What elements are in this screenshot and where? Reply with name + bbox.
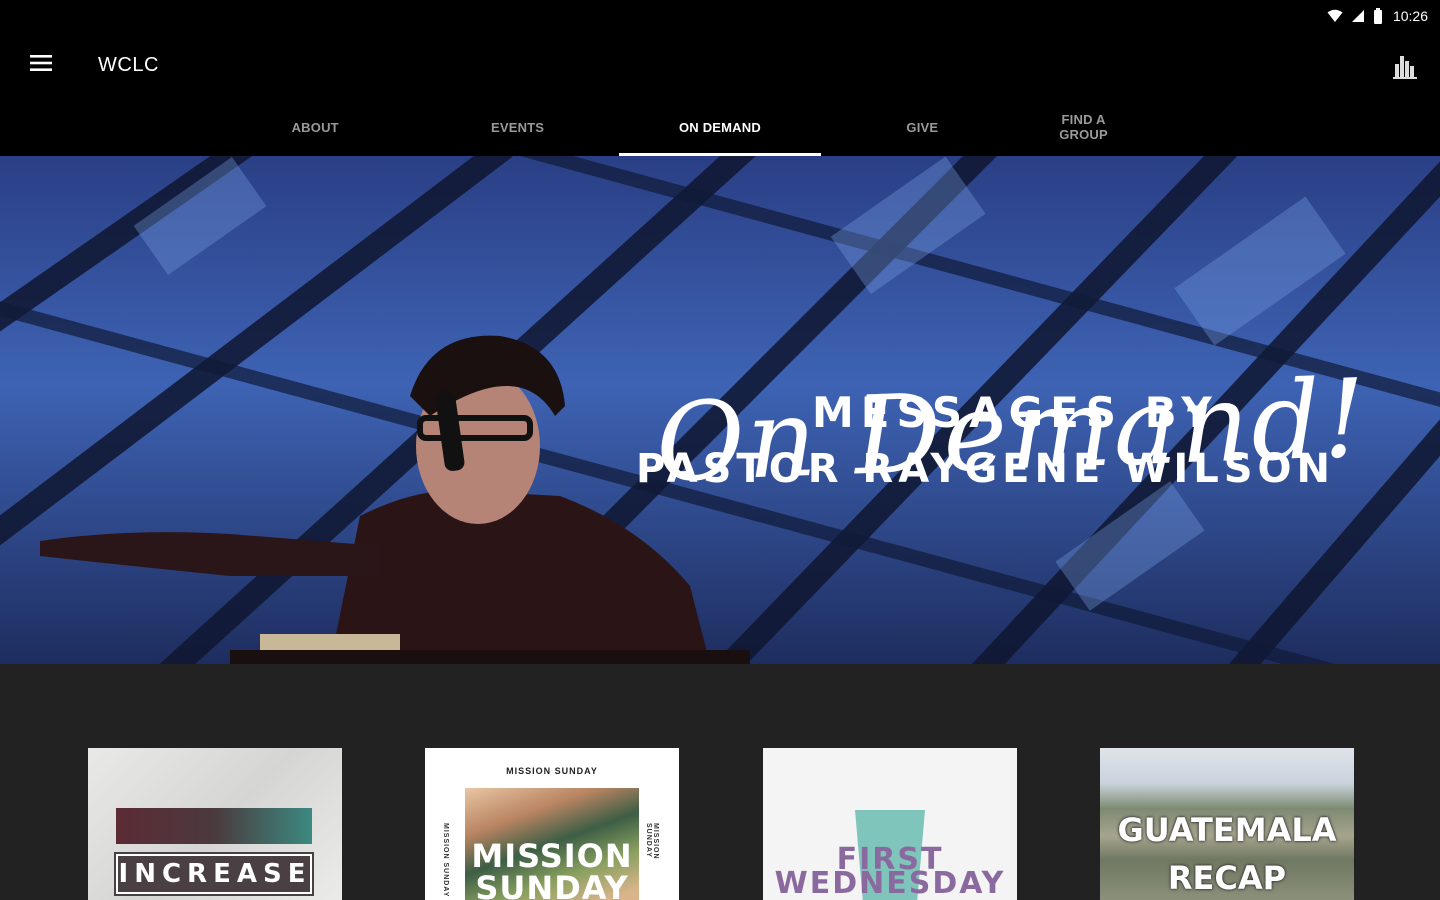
series-grid: INCREASE MISSION SUNDAY MISSION SUNDAY M… — [0, 664, 1440, 900]
series-card-mission-sunday[interactable]: MISSION SUNDAY MISSION SUNDAY MISSION SU… — [425, 748, 679, 900]
wifi-icon — [1327, 9, 1343, 23]
hamburger-menu-icon — [30, 54, 52, 76]
card-artwork — [116, 808, 312, 844]
bar-chart-icon — [1390, 56, 1420, 84]
tab-give[interactable]: GIVE — [821, 98, 1023, 156]
tab-find-a-group-label: FIND A GROUP — [1059, 112, 1108, 142]
hero-subtitle-line1: MESSAGES BY — [812, 388, 1219, 437]
series-card-first-wednesday[interactable]: FIRST WEDNESDAY — [763, 748, 1017, 900]
status-time: 10:26 — [1392, 8, 1428, 24]
app-title: WCLC — [98, 53, 159, 76]
card-top-text: MISSION SUNDAY — [506, 766, 598, 776]
card-side-text-right: MISSION SUNDAY — [645, 823, 659, 860]
card-title: MISSION SUNDAY — [471, 837, 633, 900]
card-title: GUATEMALA RECAP — [1117, 811, 1337, 897]
status-bar: 10:26 — [0, 0, 1440, 32]
stats-button[interactable] — [1390, 50, 1420, 80]
series-card-increase[interactable]: INCREASE — [88, 748, 342, 900]
app-bar: WCLC — [0, 32, 1440, 98]
tab-about[interactable]: ABOUT — [214, 98, 416, 156]
signal-icon — [1351, 9, 1365, 23]
hero-subtitle-line2: PASTOR RAYGENE WILSON — [636, 446, 1335, 492]
card-title: INCREASE — [118, 859, 312, 889]
battery-icon — [1373, 8, 1383, 24]
card-title: FIRST WEDNESDAY — [774, 842, 1006, 900]
tab-bar: ABOUT EVENTS ON DEMAND GIVE FIND A GROUP — [214, 98, 1226, 156]
series-card-guatemala-recap[interactable]: GUATEMALA RECAP — [1100, 748, 1354, 900]
tab-on-demand[interactable]: ON DEMAND — [618, 98, 822, 156]
tab-events[interactable]: EVENTS — [416, 98, 618, 156]
tab-find-a-group[interactable]: FIND A GROUP — [1024, 98, 1144, 156]
hero-banner[interactable]: On Demand! MESSAGES BY PASTOR RAYGENE WI… — [0, 156, 1440, 664]
menu-button[interactable] — [0, 32, 82, 98]
